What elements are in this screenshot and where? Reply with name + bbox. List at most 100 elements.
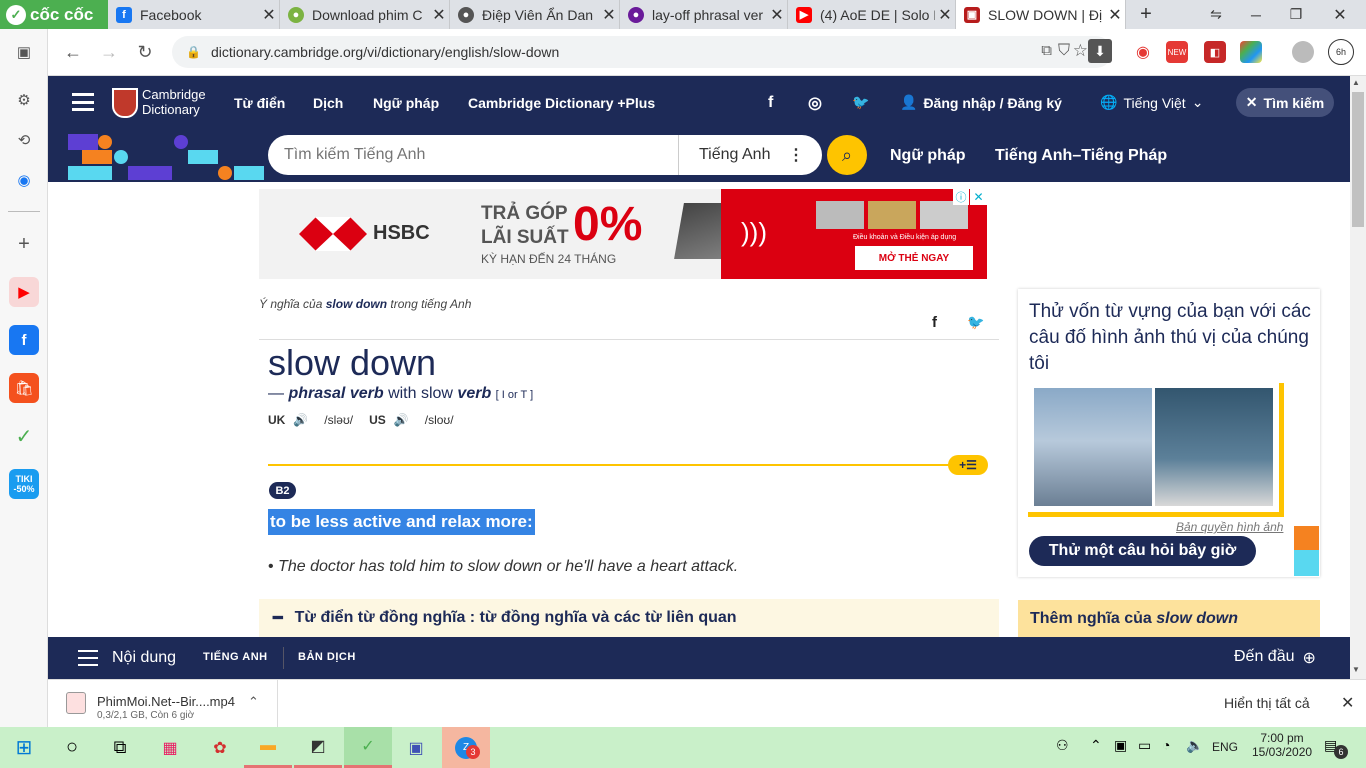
- search-circle-icon[interactable]: ○: [48, 727, 96, 768]
- app-icon[interactable]: ◩: [294, 727, 342, 768]
- tab-lay-off[interactable]: ● lay-off phrasal ver ✕: [620, 0, 788, 29]
- nav-tu-dien[interactable]: Từ điển: [234, 76, 285, 129]
- settings-icon[interactable]: ⚙: [9, 85, 39, 115]
- thesaurus-toggle[interactable]: ━ Từ điển từ đồng nghĩa : từ đồng nghĩa …: [259, 599, 999, 637]
- instagram-icon[interactable]: ◎: [808, 76, 822, 129]
- tray-icon[interactable]: ▣: [1114, 737, 1127, 754]
- scrollbar-thumb[interactable]: [1352, 92, 1364, 227]
- app-icon[interactable]: ▣: [392, 727, 440, 768]
- close-icon[interactable]: ✕: [1341, 693, 1354, 713]
- tab-diep-vien[interactable]: ● Điệp Viên Ẩn Dan ✕: [450, 0, 620, 29]
- new-badge-icon[interactable]: NEW: [1166, 41, 1188, 63]
- tab-facebook[interactable]: f Facebook ✕: [108, 0, 280, 29]
- app-icon[interactable]: ✿: [196, 727, 244, 768]
- clock[interactable]: 7:00 pm 15/03/2020: [1252, 731, 1312, 759]
- browser-brand-button[interactable]: ✓ cốc cốc: [0, 0, 108, 29]
- login-link[interactable]: 👤 Đăng nhập / Đăng ký: [900, 76, 1062, 129]
- pos-label[interactable]: phrasal verb: [288, 385, 383, 402]
- profile-avatar[interactable]: [1292, 41, 1314, 63]
- close-icon[interactable]: ✕: [259, 5, 279, 25]
- battery-icon[interactable]: ▭: [1138, 737, 1151, 754]
- scroll-down-icon[interactable]: ▼: [1352, 665, 1360, 674]
- coccoc-ext-icon[interactable]: ◉: [1132, 41, 1154, 63]
- sidebar-toggle-icon[interactable]: ▣: [9, 37, 39, 67]
- language-selector[interactable]: 🌐 Tiếng Việt ⌄: [1100, 76, 1203, 129]
- language-indicator[interactable]: ENG: [1212, 740, 1238, 754]
- contents-link[interactable]: Nội dung: [112, 649, 176, 667]
- shopee-icon[interactable]: 🛍: [9, 373, 39, 403]
- search-icon[interactable]: ⌕: [827, 135, 867, 175]
- cambridge-logo[interactable]: Cambridge Dictionary: [142, 87, 206, 117]
- back-arrow-icon[interactable]: ←: [58, 37, 88, 67]
- zalo-icon[interactable]: Z 3: [442, 727, 490, 768]
- messenger-icon[interactable]: ◉: [9, 165, 39, 195]
- back-to-top-link[interactable]: Đến đầu ⊕: [1234, 648, 1316, 668]
- url-bar[interactable]: 🔒 dictionary.cambridge.org/vi/dictionary…: [172, 36, 1112, 68]
- tab-english[interactable]: TIẾNG ANH: [203, 651, 268, 663]
- share-twitter-icon[interactable]: 🐦: [967, 314, 984, 331]
- image-credit-link[interactable]: Bản quyền hình ảnh: [1176, 520, 1283, 534]
- windmill-image[interactable]: [1155, 388, 1273, 506]
- reload-icon[interactable]: ↻: [130, 37, 160, 67]
- nav-ngu-phap[interactable]: Ngữ pháp: [373, 76, 439, 129]
- ad-info-icon[interactable]: ⓘ: [953, 189, 969, 205]
- level-badge[interactable]: B2: [269, 482, 296, 499]
- facebook-icon[interactable]: f: [9, 325, 39, 355]
- contents-menu-icon[interactable]: [78, 650, 98, 666]
- forward-arrow-icon[interactable]: →: [94, 37, 124, 67]
- shield-icon[interactable]: ⛉: [1052, 39, 1076, 63]
- more-meanings[interactable]: Thêm nghĩa của slow down: [1018, 600, 1320, 637]
- search-input[interactable]: [268, 146, 668, 164]
- wifi-icon[interactable]: ◔: [1162, 737, 1170, 753]
- volume-icon[interactable]: 🔈: [1186, 737, 1203, 754]
- add-to-list-button[interactable]: +☰: [948, 455, 988, 475]
- coccoc-icon[interactable]: ✓: [9, 421, 39, 451]
- nav-plus[interactable]: Cambridge Dictionary +Plus: [468, 76, 655, 129]
- close-icon[interactable]: ✕: [935, 5, 955, 25]
- close-icon[interactable]: ✕: [1105, 5, 1125, 25]
- uk-speaker-icon[interactable]: 🔊: [293, 413, 308, 427]
- add-icon[interactable]: +: [9, 229, 39, 259]
- minimize-button[interactable]: ─: [1236, 0, 1276, 29]
- tab-slow-down[interactable]: ▣ SLOW DOWN | Đị ✕: [956, 0, 1126, 29]
- new-tab-button[interactable]: +: [1126, 0, 1166, 29]
- windows-start-icon[interactable]: ⊞: [0, 727, 48, 768]
- tray-chevron-up-icon[interactable]: ⌃: [1090, 737, 1102, 754]
- close-window-button[interactable]: ✕: [1320, 0, 1360, 29]
- share-facebook-icon[interactable]: f: [932, 314, 937, 331]
- pos-verb[interactable]: verb: [457, 385, 491, 402]
- ad-close-icon[interactable]: ✕: [970, 189, 987, 205]
- ext-grid-icon[interactable]: [1240, 41, 1262, 63]
- sub-ngu-phap[interactable]: Ngữ pháp: [890, 129, 966, 182]
- tab-search-icon[interactable]: ⇋: [1196, 0, 1236, 29]
- tab-youtube-aoe[interactable]: ▶ (4) AoE DE | Solo F ✕: [788, 0, 956, 29]
- app-icon[interactable]: ▦: [146, 727, 194, 768]
- task-view-icon[interactable]: ⧉: [96, 727, 144, 768]
- scroll-up-icon[interactable]: ▲: [1352, 78, 1360, 87]
- translate-icon[interactable]: ⧉: [1041, 42, 1052, 59]
- search-toggle-button[interactable]: ✕ Tìm kiếm: [1236, 88, 1334, 117]
- youtube-icon[interactable]: ▶: [9, 277, 39, 307]
- try-quiz-button[interactable]: Thử một câu hỏi bây giờ: [1029, 536, 1256, 566]
- grammar-code[interactable]: [ I or T ]: [496, 389, 534, 401]
- download-item[interactable]: PhimMoi.Net--Bir....mp4 0,3/2,1 GB, Còn …: [48, 680, 278, 727]
- tiki-icon[interactable]: TIKI -50%: [9, 469, 39, 499]
- tab-translation[interactable]: BẢN DỊCH: [298, 651, 356, 663]
- twitter-icon[interactable]: 🐦: [852, 76, 869, 129]
- chevron-up-icon[interactable]: ⌃: [248, 694, 259, 710]
- ext-red-icon[interactable]: ◧: [1204, 41, 1226, 63]
- nav-dich[interactable]: Dịch: [313, 76, 343, 129]
- tab-download-phim[interactable]: ● Download phim C ✕: [280, 0, 450, 29]
- city-skyline-image[interactable]: [1034, 388, 1152, 506]
- coccoc-taskbar-icon[interactable]: ✓: [344, 727, 392, 768]
- show-all-downloads-link[interactable]: Hiển thị tất cả: [1224, 695, 1310, 711]
- search-language-select[interactable]: Tiếng Anh ⋮: [678, 135, 822, 175]
- menu-hamburger-icon[interactable]: [72, 93, 94, 111]
- download-icon[interactable]: ⬇: [1088, 39, 1112, 63]
- file-explorer-icon[interactable]: ▬: [244, 727, 292, 768]
- timer-icon[interactable]: 6h: [1328, 39, 1354, 65]
- ad-cta-button[interactable]: MỞ THẺ NGAY: [855, 246, 973, 270]
- hsbc-ad[interactable]: HSBC TRẢ GÓP LÃI SUẤT 0% KỲ HẠN ĐẾN 24 T…: [259, 189, 987, 279]
- history-icon[interactable]: ⟲: [9, 125, 39, 155]
- sub-anh-phap[interactable]: Tiếng Anh–Tiếng Pháp: [995, 129, 1167, 182]
